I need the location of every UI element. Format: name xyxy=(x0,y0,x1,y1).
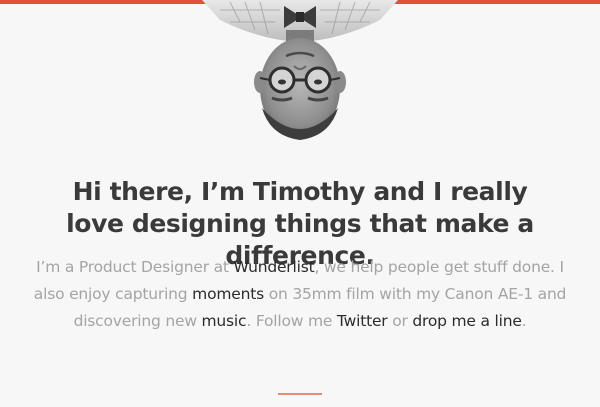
contact-link[interactable]: drop me a line xyxy=(412,312,521,330)
intro-text: . xyxy=(521,312,527,330)
music-link[interactable]: music xyxy=(202,312,247,330)
intro-text: I’m a Product Designer at xyxy=(36,258,234,276)
intro-paragraph: I’m a Product Designer at Wunderlist, we… xyxy=(30,254,570,335)
twitter-link[interactable]: Twitter xyxy=(337,312,388,330)
section-divider xyxy=(278,393,322,395)
wunderlist-link[interactable]: Wunderlist xyxy=(234,258,315,276)
moments-link[interactable]: moments xyxy=(192,285,264,303)
intro-text: . Follow me xyxy=(246,312,337,330)
intro-text: or xyxy=(387,312,413,330)
avatar xyxy=(202,0,398,140)
